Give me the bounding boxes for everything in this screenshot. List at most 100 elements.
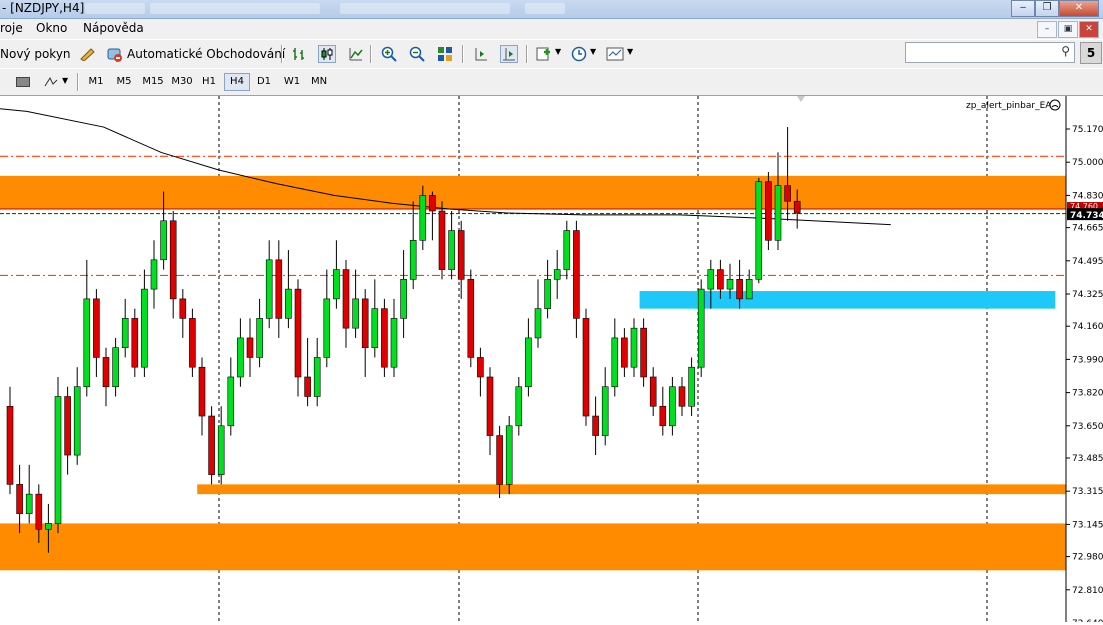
candle-body [515, 386, 523, 427]
chevron-down-icon[interactable]: ▼ [627, 47, 633, 56]
price-tick-label: 73.650 [1072, 422, 1103, 432]
candle-body [6, 405, 14, 485]
candle-body [246, 337, 254, 358]
candle-body [64, 396, 71, 456]
candle-body [361, 298, 369, 348]
chevron-down-icon[interactable]: ▼ [62, 76, 68, 85]
minimize-button[interactable]: ‒ [1011, 0, 1035, 17]
candlestick-icon[interactable] [318, 45, 336, 63]
maximize-button[interactable]: ❐ [1035, 0, 1059, 17]
candle-body [697, 288, 705, 368]
candle-body [448, 230, 455, 270]
chart-shift-icon[interactable] [472, 45, 490, 63]
timeframe-m1[interactable]: M1 [84, 73, 108, 91]
candle-body [102, 357, 110, 388]
chart-canvas[interactable]: 75.170 75.000 74.830 74.665 74.495 74.325 74.1… [0, 96, 1103, 625]
timeframe-h4[interactable]: H4 [224, 73, 250, 91]
candle-body [208, 415, 215, 475]
menu-item-help[interactable]: Nápověda [83, 21, 144, 35]
candle-body [265, 259, 273, 319]
p-button[interactable]: 5 [1080, 42, 1102, 64]
timeframe-w1[interactable]: W1 [280, 73, 304, 91]
candle-body [774, 185, 782, 241]
timeframe-h1[interactable]: H1 [197, 73, 221, 91]
candle-body [793, 200, 801, 214]
candle-body [35, 493, 43, 530]
clock-icon[interactable] [570, 45, 588, 63]
search-input[interactable]: ⚲ [905, 42, 1075, 63]
candle-body [275, 259, 283, 319]
candle-body [678, 386, 686, 407]
timeframe-mn[interactable]: MN [307, 73, 331, 91]
orange-zone [0, 523, 1066, 571]
candle-body [381, 308, 388, 368]
shift-marker-icon [797, 96, 805, 102]
candle-body [16, 484, 23, 514]
timeframe-m15[interactable]: M15 [139, 73, 167, 91]
candle-body [112, 347, 119, 388]
price-tick-label: 73.485 [1072, 454, 1103, 464]
candle-body [649, 376, 657, 407]
rectangle-icon[interactable] [14, 73, 32, 91]
candle-body [25, 493, 33, 514]
new-order-label: Nový pokyn [0, 47, 71, 61]
candle-body [198, 366, 206, 417]
zoom-in-icon[interactable] [380, 45, 398, 63]
child-close-button[interactable]: ✕ [1079, 21, 1099, 38]
close-button[interactable]: ✕ [1059, 0, 1099, 17]
search-icon[interactable]: ⚲ [1061, 44, 1070, 58]
candle-body [784, 185, 791, 202]
candle-body [477, 357, 484, 378]
candle-body [707, 269, 715, 290]
expert-advisor-label: zp_alert_pinbar_EA [966, 101, 1052, 111]
candle-body [83, 298, 91, 388]
candle-body [659, 405, 667, 427]
pencil-icon[interactable] [78, 45, 96, 63]
candle-body [505, 425, 513, 485]
candle-body [669, 386, 676, 427]
tile-windows-icon[interactable] [436, 45, 454, 63]
zoom-out-icon[interactable] [408, 45, 426, 63]
timeframe-d1[interactable]: D1 [252, 73, 276, 91]
candle-body [217, 425, 225, 475]
candle-body [582, 318, 590, 417]
child-minimize-button[interactable]: – [1037, 21, 1057, 38]
autoscroll-icon[interactable] [500, 45, 518, 63]
price-tick-label: 75.170 [1072, 125, 1103, 135]
candle-body [189, 318, 196, 368]
price-tick-label: 74.665 [1072, 224, 1103, 234]
candle-body [630, 327, 638, 368]
candle-body [563, 230, 571, 270]
price-tick-label: 73.990 [1072, 355, 1103, 365]
auto-trading-button[interactable]: Automatické Obchodování [105, 43, 285, 65]
candle-body [688, 366, 695, 407]
price-tick-label: 72.810 [1072, 586, 1103, 596]
candle-body [342, 269, 350, 329]
chevron-down-icon[interactable]: ▼ [590, 47, 596, 56]
orange-zone [0, 175, 1066, 210]
price-chart[interactable]: 75.170 75.000 74.830 74.665 74.495 74.325 74.1… [0, 96, 1103, 625]
auto-trading-label: Automatické Obchodování [127, 47, 286, 61]
chevron-down-icon[interactable]: ▼ [555, 47, 561, 56]
candle-body [467, 279, 475, 358]
candle-body [285, 288, 292, 319]
candle-body [371, 308, 379, 348]
line-chart-icon[interactable] [347, 45, 365, 63]
timeframe-m30[interactable]: M30 [168, 73, 196, 91]
new-order-button[interactable]: Nový pokyn [0, 43, 71, 65]
timeframe-m5[interactable]: M5 [112, 73, 136, 91]
candle-body [534, 308, 542, 339]
candle-body [121, 318, 129, 348]
objects-icon[interactable] [42, 73, 60, 91]
candle-body [611, 337, 619, 388]
orange-zone [197, 484, 1066, 495]
templates-icon[interactable] [606, 45, 624, 63]
indicators-icon[interactable] [535, 45, 553, 63]
child-restore-button[interactable]: ▣ [1058, 21, 1078, 38]
menu-item-projects[interactable]: roje [0, 21, 23, 35]
candle-body [313, 357, 321, 397]
bar-chart-icon[interactable] [290, 45, 308, 63]
menu-bar: roje Okno Nápověda [0, 19, 1103, 39]
menu-item-window[interactable]: Okno [36, 21, 67, 35]
candle-body [419, 195, 427, 241]
